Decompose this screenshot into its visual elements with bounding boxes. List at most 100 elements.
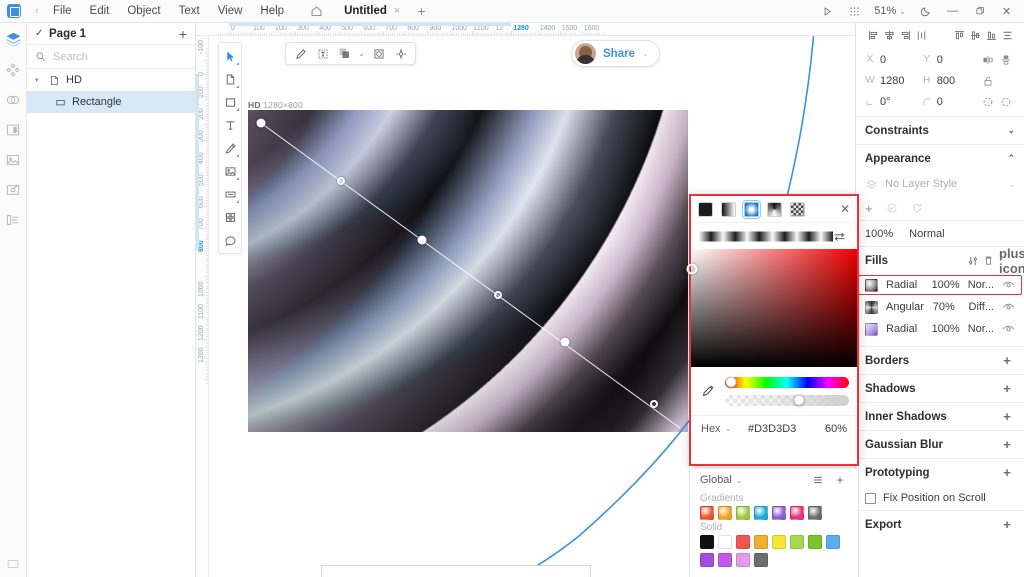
app-logo-icon[interactable] bbox=[7, 4, 21, 18]
gradient-swatch[interactable] bbox=[808, 506, 822, 520]
gradient-stop-2[interactable] bbox=[417, 235, 427, 245]
solid-swatch[interactable] bbox=[700, 553, 714, 567]
data-icon[interactable] bbox=[4, 210, 23, 229]
slice-tool[interactable] bbox=[220, 184, 240, 204]
solid-swatch[interactable] bbox=[736, 553, 750, 567]
white-shape[interactable] bbox=[321, 565, 591, 577]
tab-close-icon[interactable]: × bbox=[394, 5, 400, 17]
align-left-icon[interactable] bbox=[865, 27, 881, 43]
add-blur-button[interactable]: + bbox=[999, 437, 1015, 452]
hex-value[interactable]: #D3D3D3 bbox=[731, 423, 813, 435]
artboard-hd[interactable] bbox=[248, 110, 688, 432]
eye-icon[interactable] bbox=[1002, 280, 1015, 290]
add-prototype-button[interactable]: + bbox=[999, 465, 1015, 480]
add-inner-shadow-button[interactable]: + bbox=[999, 409, 1015, 424]
gradient-stop-1[interactable] bbox=[337, 176, 346, 185]
layer-row-rectangle[interactable]: Rectangle bbox=[27, 91, 195, 113]
stop-track[interactable] bbox=[699, 230, 833, 243]
vertical-ruler[interactable]: -100 0 100 200 300 400 500 600 700 800 1000 1100 120… bbox=[196, 36, 209, 577]
color-picker-popover[interactable]: ✕ Hex ⌄ #D3D3D3 60% bbox=[686, 194, 859, 466]
hue-knob[interactable] bbox=[725, 376, 737, 388]
prototype-icon[interactable] bbox=[4, 180, 23, 199]
close-icon[interactable]: ✕ bbox=[840, 202, 850, 216]
gradient-stop-4[interactable] bbox=[560, 337, 570, 347]
menu-object[interactable]: Object bbox=[118, 2, 169, 20]
document-tab[interactable]: Untitled × bbox=[336, 3, 408, 19]
back-chevron-icon[interactable]: ‹ bbox=[30, 5, 44, 17]
section-appearance[interactable]: Appearance ⌃ bbox=[856, 144, 1024, 172]
home-icon[interactable] bbox=[309, 4, 324, 19]
radius-field[interactable]: 0 bbox=[922, 96, 979, 108]
lock-open-icon[interactable] bbox=[978, 73, 996, 89]
fill-row-1[interactable]: Radial 100% Nor... bbox=[856, 274, 1024, 296]
menu-text[interactable]: Text bbox=[170, 2, 209, 20]
distribute-v-icon[interactable] bbox=[999, 27, 1015, 43]
section-prototyping[interactable]: Prototyping + bbox=[856, 458, 1024, 486]
layers-icon[interactable] bbox=[4, 30, 23, 49]
menu-file[interactable]: File bbox=[44, 2, 81, 20]
flip-vertical-icon[interactable] bbox=[997, 52, 1015, 68]
fill-settings-icon[interactable] bbox=[967, 255, 983, 267]
search-input[interactable] bbox=[53, 50, 195, 63]
section-inner-shadows[interactable]: Inner Shadows + bbox=[856, 402, 1024, 430]
image-tool[interactable] bbox=[220, 161, 240, 181]
swap-icon[interactable] bbox=[833, 231, 849, 242]
components-icon[interactable] bbox=[4, 60, 23, 79]
mask-icon[interactable] bbox=[368, 43, 389, 64]
gradient-swatch[interactable] bbox=[754, 506, 768, 520]
page-row[interactable]: ✓ Page 1 + bbox=[27, 23, 195, 45]
section-export[interactable]: Export + bbox=[856, 510, 1024, 538]
comment-tool[interactable] bbox=[220, 230, 240, 250]
add-shadow-button[interactable]: + bbox=[999, 381, 1015, 396]
add-export-button[interactable]: + bbox=[999, 517, 1015, 532]
layer-style-row[interactable]: No Layer Style ⌄ bbox=[856, 172, 1024, 196]
alpha-slider[interactable] bbox=[725, 394, 849, 406]
layer-row-hd[interactable]: ▾ HD bbox=[27, 69, 195, 91]
x-field[interactable]: X 0 bbox=[865, 54, 922, 66]
artboard-tool[interactable] bbox=[220, 69, 240, 89]
fix-position-row[interactable]: Fix Position on Scroll bbox=[856, 486, 1024, 510]
gradient-stop-0[interactable] bbox=[256, 118, 266, 128]
alpha-knob[interactable] bbox=[793, 394, 805, 406]
blend-mode-value[interactable]: Normal bbox=[909, 228, 944, 240]
horizontal-ruler[interactable]: 0 100 200 300 400 500 600 700 800 900 1000 1100 12 12… bbox=[196, 23, 855, 36]
solid-swatch[interactable] bbox=[772, 535, 786, 549]
avatar[interactable] bbox=[575, 43, 596, 64]
gradient-swatch[interactable] bbox=[736, 506, 750, 520]
menu-edit[interactable]: Edit bbox=[81, 2, 119, 20]
text-tool[interactable] bbox=[220, 115, 240, 135]
solid-swatch[interactable] bbox=[718, 553, 732, 567]
solid-swatch[interactable] bbox=[700, 535, 714, 549]
pattern-fill-tab[interactable] bbox=[790, 201, 805, 217]
add-page-button[interactable]: + bbox=[179, 26, 187, 42]
sv-knob[interactable] bbox=[686, 263, 698, 275]
add-swatch-button[interactable]: + bbox=[832, 473, 848, 487]
gradient-swatch[interactable] bbox=[790, 506, 804, 520]
solid-swatch[interactable] bbox=[754, 553, 768, 567]
close-button[interactable]: ✕ bbox=[993, 0, 1020, 22]
add-style-button[interactable]: + bbox=[865, 201, 873, 216]
section-gaussian-blur[interactable]: Gaussian Blur + bbox=[856, 430, 1024, 458]
eyedropper-icon[interactable] bbox=[699, 384, 717, 398]
add-fill-button[interactable]: plus-icon bbox=[999, 246, 1024, 276]
trash-icon[interactable] bbox=[983, 255, 999, 266]
solid-swatch[interactable] bbox=[826, 535, 840, 549]
section-borders[interactable]: Borders + bbox=[856, 346, 1024, 374]
chevron-down-icon[interactable]: ⌄ bbox=[736, 476, 743, 485]
align-top-icon[interactable] bbox=[951, 27, 967, 43]
align-center-v-icon[interactable] bbox=[967, 27, 983, 43]
scale-icon[interactable] bbox=[978, 94, 996, 110]
fill-row-2[interactable]: Angular 70% Diff... bbox=[856, 296, 1024, 318]
angular-gradient-tab[interactable] bbox=[767, 201, 782, 217]
chevron-down-icon[interactable]: ⌄ bbox=[356, 49, 367, 58]
pencil-icon[interactable] bbox=[290, 43, 311, 64]
add-border-button[interactable]: + bbox=[999, 353, 1015, 368]
solid-swatch[interactable] bbox=[736, 535, 750, 549]
images-icon[interactable] bbox=[4, 150, 23, 169]
radial-gradient-tab[interactable] bbox=[742, 199, 761, 219]
h-field[interactable]: H 800 bbox=[922, 75, 979, 87]
fix-position-checkbox[interactable] bbox=[865, 492, 876, 504]
list-view-icon[interactable] bbox=[812, 474, 828, 486]
minimize-button[interactable]: — bbox=[939, 0, 966, 22]
section-shadows[interactable]: Shadows + bbox=[856, 374, 1024, 402]
